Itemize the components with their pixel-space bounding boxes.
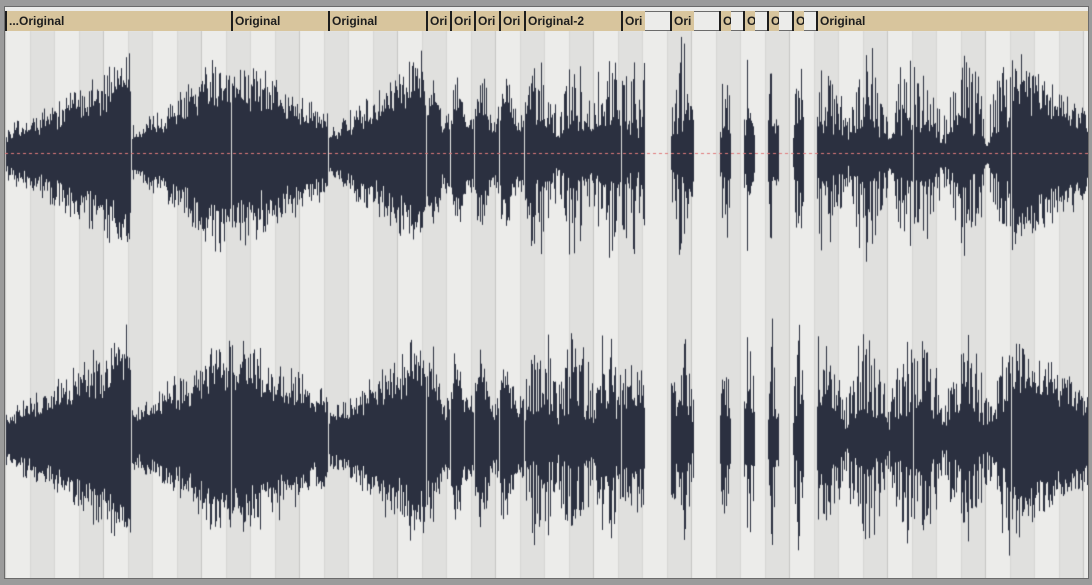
- clip-header[interactable]: O: [792, 11, 804, 31]
- clip-header[interactable]: Ori: [670, 11, 694, 31]
- clip-header[interactable]: Ori: [450, 11, 474, 31]
- clip-header[interactable]: Original: [231, 11, 329, 31]
- audio-track-lane[interactable]: ...Original Original Original Ori Ori Or…: [4, 6, 1089, 579]
- clip-label: Ori: [430, 14, 448, 28]
- clip-label: Original: [820, 14, 866, 28]
- clip-label: Original: [332, 14, 378, 28]
- clip-label: Ori: [674, 14, 692, 28]
- clip-label: Original: [235, 14, 281, 28]
- clip-header[interactable]: ...Original: [5, 11, 232, 31]
- clip-label: O: [771, 14, 779, 28]
- clip-label: ...Original: [9, 14, 65, 28]
- stereo-waveform[interactable]: [5, 7, 1088, 578]
- clip-header[interactable]: O: [743, 11, 755, 31]
- clip-header[interactable]: Original: [816, 11, 1088, 31]
- clip-label: Original-2: [528, 14, 585, 28]
- arrangement-window: ...Original Original Original Ori Ori Or…: [0, 0, 1092, 585]
- clip-header[interactable]: O: [767, 11, 779, 31]
- clip-label: Ori: [625, 14, 643, 28]
- clip-header[interactable]: Ori: [426, 11, 450, 31]
- clip-header[interactable]: Ori: [474, 11, 499, 31]
- clip-label: O: [747, 14, 755, 28]
- clip-header[interactable]: Ori: [499, 11, 524, 31]
- clip-header[interactable]: O: [719, 11, 731, 31]
- clip-label: O: [796, 14, 804, 28]
- clip-header[interactable]: Original: [328, 11, 427, 31]
- clip-label: Ori: [454, 14, 472, 28]
- clip-label: Ori: [478, 14, 496, 28]
- clip-header[interactable]: Original-2: [524, 11, 622, 31]
- clip-label: O: [723, 14, 731, 28]
- clip-label: Ori: [503, 14, 521, 28]
- clip-header[interactable]: Ori: [621, 11, 645, 31]
